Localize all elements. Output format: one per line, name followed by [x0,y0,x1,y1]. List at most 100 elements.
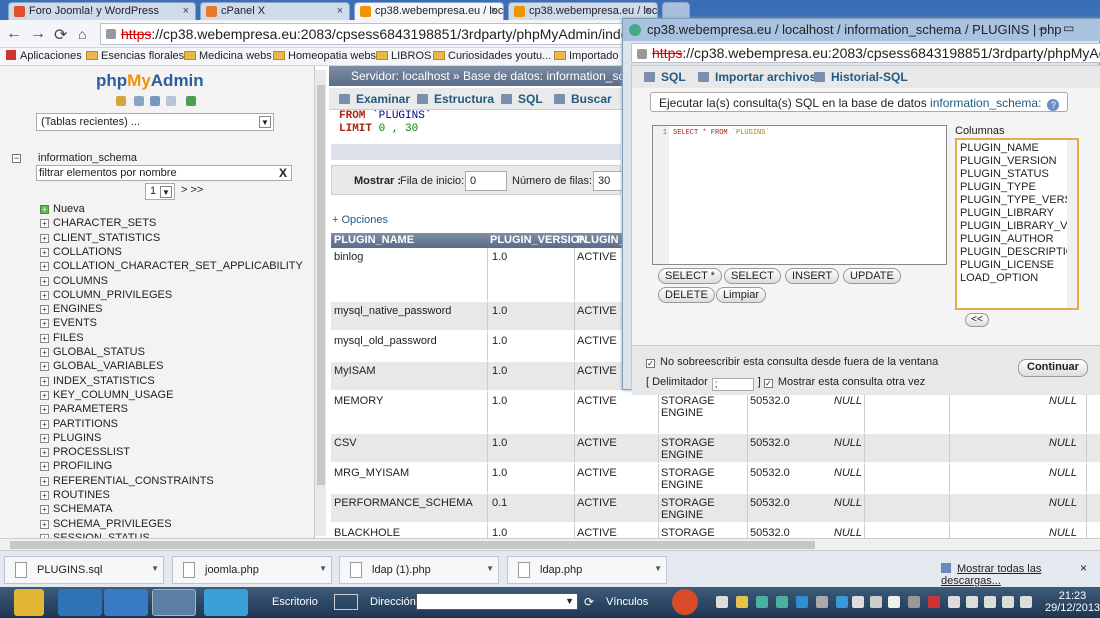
download-item[interactable]: ldap.php ▼ [507,556,667,584]
expand-icon[interactable]: + [40,348,49,357]
page-select[interactable]: 1 ▼ [145,183,175,200]
chrome-icon[interactable] [152,589,196,616]
expand-icon[interactable]: + [40,433,49,443]
column-option[interactable]: PLUGIN_TYPE [960,181,1077,194]
col-header-plugin-version[interactable]: PLUGIN_VERSION [490,234,587,246]
minimize-icon[interactable]: – [1039,21,1046,35]
expand-icon[interactable]: + [40,376,49,386]
home-icon[interactable]: ⌂ [78,26,86,42]
delete-button[interactable]: DELETE [658,287,715,303]
tab-buscar[interactable]: Buscar [554,92,612,106]
column-option[interactable]: PLUGIN_LIBRARY [960,207,1077,220]
chevron-down-icon[interactable]: ▼ [486,564,494,573]
expand-icon[interactable]: + [40,290,49,300]
window-title-bar[interactable]: cp38.webempresa.eu / localhost / informa… [623,19,1100,41]
tray-icon[interactable] [776,596,788,608]
no-overwrite-option[interactable]: ✓ No sobreescribir esta consulta desde fu… [646,356,938,368]
battery-icon[interactable] [984,596,996,608]
bookmark-libros[interactable]: LIBROS [376,50,431,62]
address-toolbar-input[interactable]: ▼ [416,593,578,610]
expand-icon[interactable]: + [40,462,49,472]
table-item[interactable]: PROFILING [53,460,112,472]
address-bar[interactable]: https://cp38.webempresa.eu:2083/cpsess68… [100,23,640,45]
column-option[interactable]: PLUGIN_NAME [960,142,1077,155]
insert-button[interactable]: INSERT [785,268,840,284]
close-icon[interactable]: × [491,5,497,17]
column-option[interactable]: PLUGIN_LICENSE [960,259,1077,272]
tray-icon[interactable] [852,596,864,608]
reload-icon[interactable]: ⟳ [54,25,67,45]
table-item[interactable]: COLLATIONS [53,246,122,258]
tab-estructura[interactable]: Estructura [417,92,494,106]
checkbox-checked[interactable]: ✓ [763,379,773,388]
expand-icon[interactable]: + [40,491,49,500]
expand-icon[interactable]: + [40,305,49,315]
table-item[interactable]: CLIENT_STATISTICS [53,232,160,244]
expand-icon[interactable]: + [40,390,49,400]
table-item[interactable]: GLOBAL_STATUS [53,346,145,358]
table-row[interactable]: MEMORY 1.0 ACTIVE STORAGE ENGINE 50532.0 NULL… [331,392,1100,433]
next-page-link[interactable]: > >> [181,184,203,196]
expand-icon[interactable]: + [40,247,49,257]
scrollbar-thumb[interactable] [10,541,815,549]
expand-icon[interactable]: + [40,333,49,343]
table-item[interactable]: SCHEMATA [53,503,113,515]
tab-phpmyadmin-active[interactable]: cp38.webempresa.eu / loc × [354,2,504,20]
reload-icon[interactable] [186,96,196,106]
download-item[interactable]: joomla.php ▼ [172,556,332,584]
skype-icon[interactable] [104,589,148,616]
show-all-downloads-link[interactable]: Mostrar todas las descargas... [941,563,1100,587]
tab-cpanel[interactable]: cPanel X × [200,2,350,20]
app-icon[interactable] [58,589,102,616]
refresh-icon[interactable]: ⟳ [584,595,594,609]
table-item[interactable]: COLLATION_CHARACTER_SET_APPLICABILITY [53,260,303,272]
maximize-icon[interactable]: ▭ [1063,21,1074,35]
filter-input[interactable]: filtrar elementos por nombre [36,165,292,181]
update-button[interactable]: UPDATE [843,268,901,284]
database-name[interactable]: information_schema [38,152,137,164]
tray-icon[interactable] [816,596,828,608]
network-icon[interactable] [966,596,978,608]
column-option[interactable]: PLUGIN_LIBRARY_VERSION [960,220,1077,233]
recent-tables-select[interactable]: (Tablas recientes) ... ▼ [36,113,274,131]
table-item[interactable]: PARTITIONS [53,418,118,430]
expand-icon[interactable]: + [40,319,49,329]
chevron-down-icon[interactable]: ▼ [654,564,662,573]
table-item[interactable]: PARAMETERS [53,403,128,415]
table-item[interactable]: ENGINES [53,303,103,315]
new-table-icon[interactable]: + [40,205,49,214]
phpmyadmin-logo[interactable]: phpMyAdmin [96,71,204,91]
table-item[interactable]: COLUMNS [53,275,108,287]
table-row[interactable]: MRG_MYISAM 1.0 ACTIVE STORAGE ENGINE 50532.0… [331,464,1100,493]
table-item[interactable]: INDEX_STATISTICS [53,375,155,387]
tab-examinar[interactable]: Examinar [339,92,410,106]
table-item[interactable]: Nueva [53,203,85,215]
table-item[interactable]: CHARACTER_SETS [53,217,156,229]
expand-icon[interactable]: + [40,448,49,458]
forward-arrow-icon[interactable]: → [30,25,46,43]
expand-icon[interactable]: + [40,233,49,243]
docs-icon[interactable] [166,96,176,106]
popup-address-bar[interactable]: https://cp38.webempresa.eu:2083/cpsess68… [631,43,1100,63]
exit-icon[interactable] [134,96,144,106]
horizontal-scrollbar[interactable] [0,538,1100,550]
col-header-plugin-name[interactable]: PLUGIN_NAME [334,234,414,246]
expand-icon[interactable]: + [40,219,49,229]
expand-icon[interactable]: + [40,362,49,372]
system-clock[interactable]: 21:23 29/12/2013 [1045,590,1100,614]
tray-icon[interactable] [870,596,882,608]
close-icon[interactable]: × [1080,561,1087,575]
table-item[interactable]: REFERENTIAL_CONSTRAINTS [53,475,214,487]
expand-icon[interactable]: + [40,276,49,286]
close-icon[interactable]: × [337,5,343,17]
insert-column-button[interactable]: << [965,313,989,327]
continue-button[interactable]: Continuar [1018,359,1088,377]
table-item[interactable]: EVENTS [53,317,97,329]
column-option[interactable]: PLUGIN_AUTHOR [960,233,1077,246]
table-row[interactable]: PERFORMANCE_SCHEMA 0.1 ACTIVE STORAGE ENGIN… [331,494,1100,523]
tray-icon[interactable] [796,596,808,608]
clear-filter-icon[interactable]: X [279,166,287,180]
expand-icon[interactable]: + [40,419,49,429]
column-option[interactable]: LOAD_OPTION [960,272,1077,285]
bookmark-esencias[interactable]: Esencias florales [86,50,184,62]
